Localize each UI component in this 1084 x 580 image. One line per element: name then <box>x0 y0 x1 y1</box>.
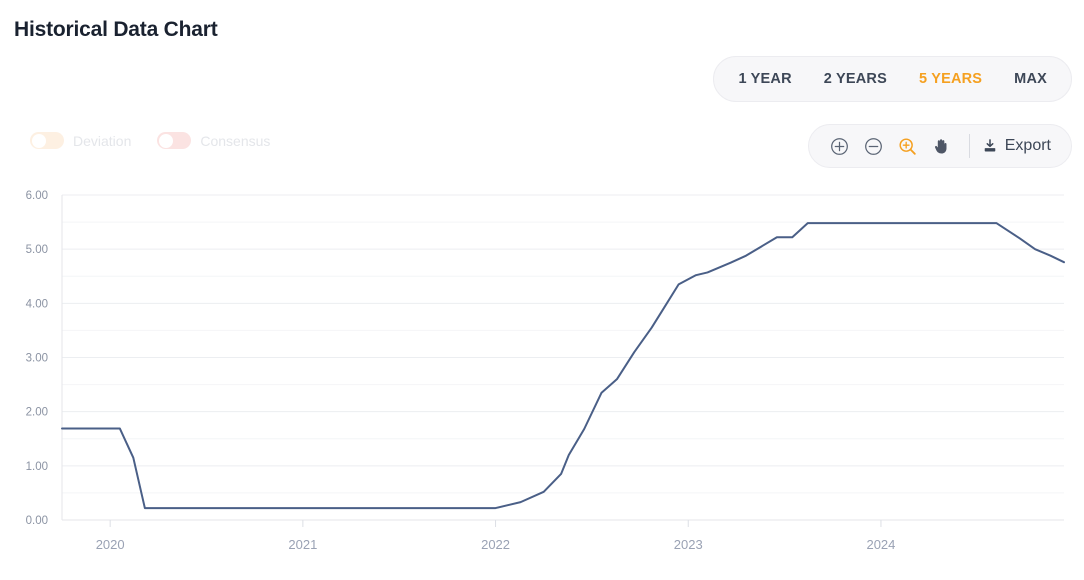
range-option-2-years[interactable]: 2 YEARS <box>808 57 903 101</box>
svg-text:2020: 2020 <box>96 537 125 552</box>
svg-text:2022: 2022 <box>481 537 510 552</box>
zoom-selection-icon[interactable] <box>891 125 925 167</box>
zoom-out-icon[interactable] <box>857 125 891 167</box>
toggle-knob <box>159 134 173 148</box>
svg-text:3.00: 3.00 <box>26 353 48 365</box>
range-selector[interactable]: 1 YEAR 2 YEARS 5 YEARS MAX <box>713 56 1072 102</box>
legend-label-deviation: Deviation <box>73 133 131 149</box>
export-label: Export <box>1005 137 1051 155</box>
consensus-toggle[interactable] <box>157 132 191 149</box>
chart-x-axis: 2020 2021 2022 2023 2024 <box>62 520 1064 552</box>
svg-text:0.00: 0.00 <box>26 515 48 527</box>
svg-text:2021: 2021 <box>288 537 317 552</box>
range-option-5-years[interactable]: 5 YEARS <box>903 57 998 101</box>
export-button[interactable]: Export <box>980 137 1057 155</box>
svg-text:1.00: 1.00 <box>26 461 48 473</box>
svg-text:5.00: 5.00 <box>26 244 48 256</box>
pan-hand-icon[interactable] <box>925 125 959 167</box>
range-option-max[interactable]: MAX <box>998 57 1063 101</box>
toggle-knob <box>32 134 46 148</box>
svg-text:2.00: 2.00 <box>26 407 48 419</box>
chart-svg[interactable]: 0.001.002.003.004.005.006.00 20202021202… <box>0 185 1084 580</box>
chart-page: Historical Data Chart 1 YEAR 2 YEARS 5 Y… <box>0 0 1084 580</box>
svg-text:2023: 2023 <box>674 537 703 552</box>
page-title: Historical Data Chart <box>14 18 218 42</box>
chart-y-axis: 0.00 1.00 2.00 3.00 4.00 5.00 6.00 <box>26 190 62 527</box>
legend-item-consensus[interactable]: Consensus <box>157 132 270 149</box>
deviation-toggle[interactable] <box>30 132 64 149</box>
legend-item-deviation[interactable]: Deviation <box>30 132 131 149</box>
legend-label-consensus: Consensus <box>200 133 270 149</box>
svg-text:2024: 2024 <box>866 537 895 552</box>
chart-area[interactable]: 0.001.002.003.004.005.006.00 20202021202… <box>0 185 1084 580</box>
toolbar-divider <box>969 134 970 158</box>
svg-text:6.00: 6.00 <box>26 190 48 202</box>
chart-toolbar[interactable]: Export <box>808 124 1072 168</box>
chart-legend: Deviation Consensus <box>30 132 270 149</box>
range-option-1-year[interactable]: 1 YEAR <box>722 57 807 101</box>
download-icon <box>982 138 998 154</box>
zoom-in-icon[interactable] <box>823 125 857 167</box>
svg-text:4.00: 4.00 <box>26 298 48 310</box>
